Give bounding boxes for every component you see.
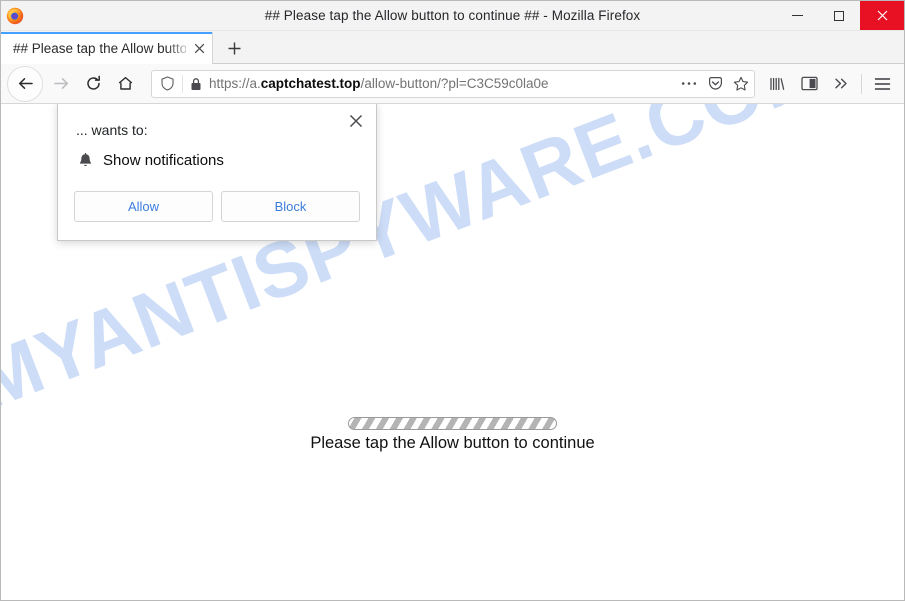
popup-permission-row: Show notifications [58, 138, 376, 170]
firefox-browser-window: ## Please tap the Allow button to contin… [0, 0, 905, 601]
block-button[interactable]: Block [221, 191, 360, 222]
reload-button[interactable] [77, 69, 109, 99]
library-button[interactable] [761, 69, 793, 99]
library-icon [770, 77, 785, 90]
navigation-toolbar: https://a.captchatest.top/allow-button/?… [1, 64, 904, 104]
close-icon [194, 43, 204, 53]
back-arrow-icon [18, 78, 33, 89]
minimize-button[interactable] [776, 1, 818, 30]
new-tab-button[interactable] [213, 32, 255, 64]
permission-label: Show notifications [103, 152, 224, 169]
url-path: /allow-button/?pl=C3C59c0la0e [360, 76, 549, 91]
back-button[interactable] [7, 65, 43, 102]
loading-block: Please tap the Allow button to continue [1, 417, 904, 453]
striped-progress-bar [348, 417, 557, 430]
star-icon [733, 76, 749, 91]
maximize-button[interactable] [818, 1, 860, 30]
continue-message: Please tap the Allow button to continue [310, 434, 595, 452]
pocket-button[interactable] [702, 76, 728, 91]
url-scheme: https://a. [209, 76, 261, 91]
window-controls [776, 1, 904, 30]
tab-active[interactable]: ## Please tap the Allow button to contin… [1, 32, 213, 64]
ellipsis-icon [681, 82, 697, 85]
reload-icon [86, 75, 100, 90]
chevron-double-right-icon [834, 78, 847, 89]
forward-arrow-icon [53, 78, 68, 89]
forward-button [45, 69, 77, 99]
plus-icon [228, 42, 240, 54]
popup-actions: Allow Block [58, 170, 376, 240]
hamburger-menu-icon [874, 77, 890, 90]
tab-bar: ## Please tap the Allow button to contin… [1, 31, 904, 64]
app-menu-button[interactable] [866, 69, 898, 99]
toolbar-separator [861, 73, 862, 94]
home-icon [118, 76, 132, 90]
popup-close-button[interactable] [344, 109, 368, 133]
bookmark-star-button[interactable] [728, 76, 754, 92]
url-host: captchatest.top [260, 76, 361, 91]
popup-heading: ... wants to: [76, 122, 148, 138]
page-content: MYANTISPYWARE.COM Please tap the Allow b… [1, 104, 904, 600]
tab-close-button[interactable] [186, 43, 212, 54]
close-icon [349, 114, 363, 128]
overflow-button[interactable] [825, 69, 857, 99]
url-text[interactable]: https://a.captchatest.top/allow-button/?… [209, 76, 676, 91]
firefox-logo-icon [6, 7, 24, 25]
tab-label: ## Please tap the Allow button to contin… [13, 40, 186, 56]
notification-permission-popup: ... wants to: Show notifications Allow B… [57, 104, 377, 241]
close-window-button[interactable] [860, 1, 904, 30]
sidebar-button[interactable] [793, 69, 825, 99]
page-actions-button[interactable] [676, 81, 702, 86]
url-bar[interactable]: https://a.captchatest.top/allow-button/?… [151, 69, 755, 98]
allow-button[interactable]: Allow [74, 191, 213, 222]
sidebar-icon [800, 76, 818, 91]
window-title: ## Please tap the Allow button to contin… [264, 8, 641, 23]
bell-icon [76, 151, 95, 170]
title-bar: ## Please tap the Allow button to contin… [1, 1, 904, 31]
pocket-icon [708, 77, 722, 90]
home-button[interactable] [109, 69, 141, 99]
tracking-protection-shield-icon[interactable] [152, 74, 183, 93]
padlock-icon[interactable] [183, 77, 209, 91]
close-icon [877, 10, 887, 21]
